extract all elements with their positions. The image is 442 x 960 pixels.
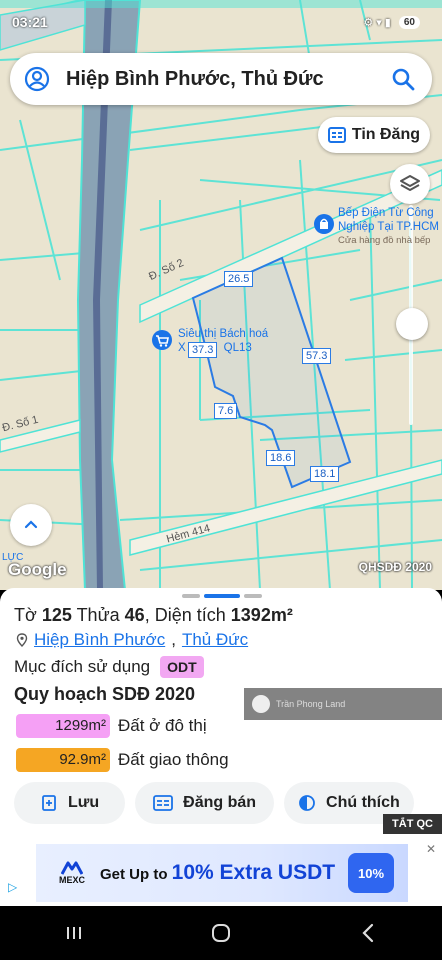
save-button[interactable]: Lưu bbox=[14, 782, 126, 824]
recent-apps-icon bbox=[66, 927, 81, 939]
address-row: Hiệp Bình Phước, Thủ Đức bbox=[16, 630, 248, 650]
close-ad-button[interactable]: TẮT QC bbox=[383, 814, 442, 834]
land-use-label: Đất ở đô thị bbox=[118, 716, 207, 735]
contrast-icon bbox=[299, 795, 315, 811]
ad-headline: Get Up to 10% Extra USDT bbox=[100, 861, 335, 885]
parcel-info-sheet: Tờ 125 Thửa 46, Diện tích 1392m² Hiệp Bì… bbox=[0, 588, 442, 840]
home-icon bbox=[211, 924, 230, 942]
dimension-label: 37.3 bbox=[188, 342, 218, 358]
page-dot bbox=[182, 594, 200, 598]
system-navigation-bar bbox=[0, 906, 442, 960]
dimension-label: 18.6 bbox=[266, 450, 296, 466]
expand-sheet-button[interactable] bbox=[10, 504, 52, 546]
page-indicator[interactable] bbox=[182, 594, 262, 598]
ad-text-prefix: Get Up to bbox=[100, 866, 168, 883]
land-use-area: 1299m² bbox=[16, 714, 110, 738]
page-dot-active bbox=[204, 594, 240, 598]
layers-button[interactable] bbox=[390, 164, 430, 204]
area-label: Diện tích bbox=[154, 605, 226, 625]
poi-supermarket-line2: X bbox=[178, 342, 186, 354]
ad-brand: MEXC bbox=[48, 861, 96, 885]
to-label: Tờ bbox=[14, 605, 37, 625]
thua-value: 46 bbox=[124, 605, 145, 625]
account-icon[interactable] bbox=[24, 66, 50, 92]
back-icon bbox=[362, 923, 374, 943]
poi-supermarket-line2-end: QL13 bbox=[223, 342, 252, 354]
dimension-label: 18.1 bbox=[310, 466, 340, 482]
ward-link[interactable]: Hiệp Bình Phước bbox=[34, 630, 165, 650]
tin-dang-label: Tin Đăng bbox=[351, 126, 420, 143]
watermark-logo-icon bbox=[252, 695, 270, 713]
status-icons: ⚙ ▾ ▮ 60 bbox=[363, 16, 420, 29]
poi-pin-kitchen[interactable] bbox=[314, 214, 334, 234]
listing-icon bbox=[327, 127, 346, 143]
opacity-slider-handle[interactable] bbox=[396, 308, 428, 340]
signal-icon: ⚙ ▾ ▮ bbox=[363, 17, 391, 29]
to-value: 125 bbox=[41, 605, 72, 625]
recent-apps-button[interactable] bbox=[54, 918, 94, 948]
action-chips: Lưu Đăng bán Chú thích bbox=[14, 782, 414, 824]
page-dot bbox=[244, 594, 262, 598]
comma-separator: , bbox=[144, 605, 150, 625]
poi-kitchen-line2: Nghiệp Tại TP.HCM bbox=[338, 221, 439, 233]
dimension-label: 7.6 bbox=[214, 403, 238, 419]
post-sale-label: Đăng bán bbox=[183, 794, 257, 811]
land-use-row: 92.9m² Đất giao thông bbox=[16, 748, 229, 772]
search-bar[interactable]: Hiệp Bình Phước, Thủ Đức bbox=[10, 53, 432, 105]
poi-supermarket-line1: Siêu thị Bách hoá bbox=[178, 328, 269, 340]
dimension-label: 57.3 bbox=[302, 348, 332, 364]
ad-banner-area[interactable]: MEXC Get Up to 10% Extra USDT 10% ▷ ✕ bbox=[0, 840, 442, 906]
dimension-label: 26.5 bbox=[224, 271, 254, 287]
layers-icon bbox=[400, 175, 420, 191]
legend-label: Chú thích bbox=[326, 794, 400, 811]
cart-icon bbox=[156, 335, 169, 347]
search-query[interactable]: Hiệp Bình Phước, Thủ Đức bbox=[66, 68, 390, 91]
district-link[interactable]: Thủ Đức bbox=[182, 630, 248, 650]
search-icon[interactable] bbox=[390, 66, 416, 92]
battery-indicator: 60 bbox=[398, 16, 420, 29]
land-use-row: 1299m² Đất ở đô thị bbox=[16, 714, 207, 738]
parcel-summary: Tờ 125 Thửa 46, Diện tích 1392m² bbox=[14, 605, 293, 626]
chevron-up-icon bbox=[24, 520, 38, 529]
status-time: 03:21 bbox=[12, 14, 48, 30]
address-separator: , bbox=[171, 630, 176, 649]
thua-label: Thửa bbox=[76, 605, 120, 625]
watermark-overlay: Trần Phong Land bbox=[244, 688, 442, 720]
mexc-logo-icon bbox=[61, 861, 83, 875]
land-use-label: Đất giao thông bbox=[118, 750, 229, 769]
ad-banner[interactable]: MEXC Get Up to 10% Extra USDT 10% bbox=[36, 844, 408, 902]
poi-kitchen-subtitle: Cửa hàng đồ nhà bếp bbox=[338, 235, 431, 246]
google-logo: Google bbox=[8, 560, 67, 579]
listing-icon bbox=[153, 795, 174, 811]
poi-label-kitchen[interactable]: Bếp Điện Từ Công Nghiệp Tại TP.HCM Cửa h… bbox=[338, 206, 439, 248]
screen: 03:21 ⚙ ▾ ▮ 60 Hiệp Bình Phước, Thủ Đức bbox=[0, 0, 442, 960]
back-button[interactable] bbox=[348, 918, 388, 948]
layer-name-label: QHSDĐ 2020 bbox=[358, 560, 432, 574]
home-button[interactable] bbox=[201, 918, 241, 948]
map-view[interactable]: 03:21 ⚙ ▾ ▮ 60 Hiệp Bình Phước, Thủ Đức bbox=[0, 0, 442, 590]
plan-title: Quy hoạch SDĐ 2020 bbox=[14, 684, 196, 704]
ad-choices-icon[interactable]: ▷ bbox=[8, 880, 17, 894]
ad-brand-name: MEXC bbox=[58, 875, 85, 885]
tin-dang-button[interactable]: Tin Đăng bbox=[317, 117, 430, 153]
poi-kitchen-line1: Bếp Điện Từ Công bbox=[338, 207, 434, 219]
purpose-row: Mục đích sử dụng ODT bbox=[14, 656, 204, 678]
ad-text-highlight: 10% Extra USDT bbox=[171, 861, 336, 884]
save-label: Lưu bbox=[68, 794, 100, 811]
area-value: 1392m² bbox=[230, 605, 293, 625]
ad-close-icon[interactable]: ✕ bbox=[426, 842, 436, 856]
poi-pin-supermarket[interactable] bbox=[152, 330, 172, 350]
shop-icon bbox=[320, 218, 328, 229]
add-bookmark-icon bbox=[42, 795, 56, 811]
land-use-area: 92.9m² bbox=[16, 748, 110, 772]
ad-badge: 10% bbox=[348, 853, 394, 893]
post-sale-button[interactable]: Đăng bán bbox=[135, 782, 275, 824]
purpose-label: Mục đích sử dụng bbox=[14, 657, 151, 676]
purpose-code-badge: ODT bbox=[160, 656, 204, 678]
watermark-text: Trần Phong Land bbox=[276, 699, 346, 709]
location-pin-icon bbox=[16, 633, 28, 647]
